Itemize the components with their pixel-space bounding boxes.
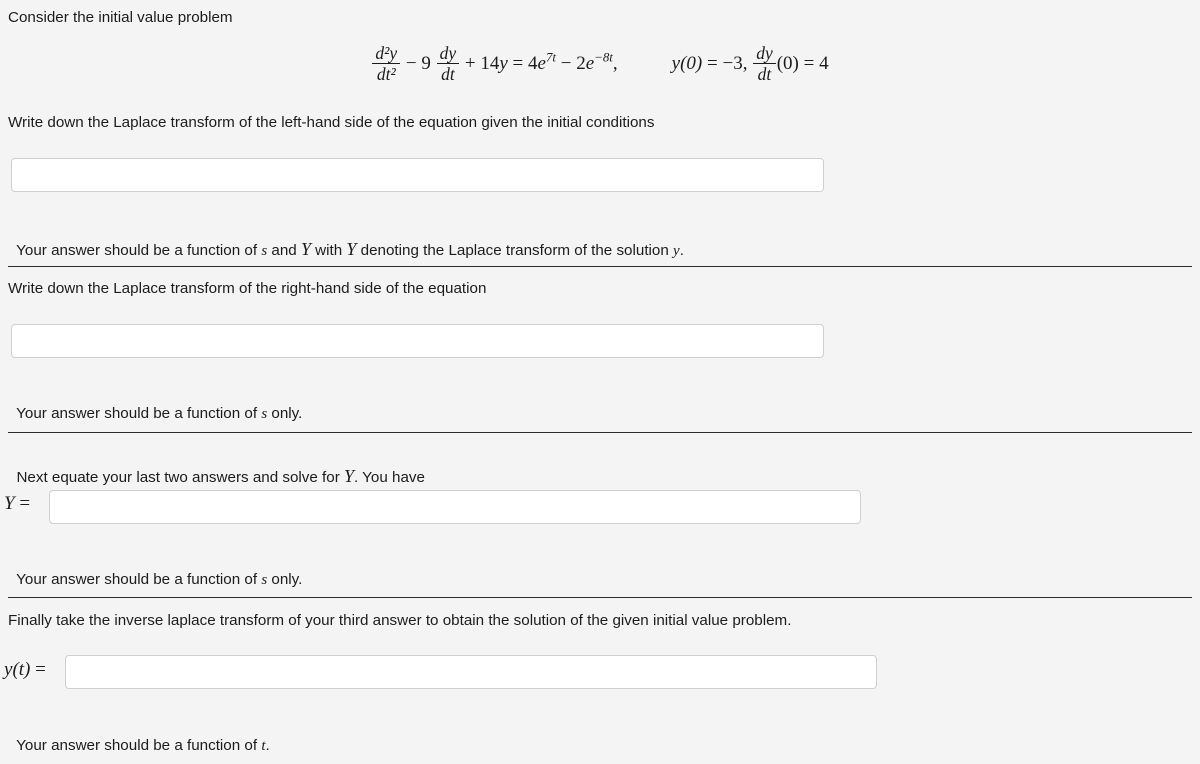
label-symbol-Y: Y	[4, 493, 15, 514]
label-equals-yt: =	[35, 659, 46, 680]
equation-lhs: d²y dt² − 9 dy dt + 14y = 4e7t − 2e−8t,	[371, 44, 622, 84]
rhs-term1-exponent: 7t	[545, 49, 556, 65]
rhs-minus-operator: −	[560, 52, 572, 74]
first-derivative-fraction: dy dt	[436, 43, 460, 84]
section-1-prompt: Write down the Laplace transform of the …	[8, 114, 655, 131]
plus-operator: +	[464, 52, 476, 74]
section-divider-2	[8, 432, 1192, 433]
section-3-prompt-prefix: Next equate your last two answers and so…	[16, 468, 344, 486]
equals-operator: =	[512, 52, 524, 74]
yt-solution-answer-input[interactable]	[65, 655, 877, 689]
hint-suffix-2: only.	[267, 404, 303, 422]
hint-suffix-1: denoting the Laplace transform of the so…	[356, 241, 674, 259]
Y-equals-label: Y =	[4, 493, 30, 515]
hint-suffix-3: only.	[267, 570, 303, 588]
intro-text: Consider the initial value problem	[8, 9, 233, 26]
section-divider-3	[8, 597, 1192, 598]
initial-conditions: y(0) = −3, dy dt (0) = 4	[671, 44, 829, 84]
first-derivative-denominator: dt	[436, 63, 460, 84]
ic2-derivative-fraction: dy dt	[753, 44, 776, 84]
hint-suffix-4: .	[265, 736, 270, 754]
first-derivative-numerator: dy	[439, 43, 457, 63]
coefficient-nine: 9	[421, 52, 431, 74]
ic1-value: −3	[722, 52, 743, 74]
ic2-value: 4	[819, 52, 829, 74]
yt-equals-label: y(t) =	[4, 659, 46, 681]
y-symbol: y	[499, 52, 508, 74]
ic2-equals: =	[803, 52, 815, 74]
laplace-rhs-answer-input[interactable]	[11, 324, 824, 358]
rhs-term2-base: e	[585, 52, 595, 74]
hint-prefix-2: Your answer should be a function of	[16, 404, 262, 422]
section-2-prompt: Write down the Laplace transform of the …	[8, 280, 487, 297]
section-4-prompt: Finally take the inverse laplace transfo…	[8, 612, 792, 629]
section-3-prompt-symbol-Y: Y	[344, 465, 355, 486]
second-derivative-fraction: d²y dt²	[372, 43, 401, 84]
hint-end-1: .	[679, 241, 684, 259]
section-3-prompt: Next equate your last two answers and so…	[8, 445, 425, 488]
ic-comma: ,	[742, 52, 748, 74]
hint-prefix-1: Your answer should be a function of	[16, 241, 262, 259]
label-equals-Y: =	[19, 493, 31, 514]
rhs-term1-coefficient: 4	[528, 52, 538, 74]
ic2-argument: (0)	[776, 52, 799, 74]
ic1-left: y(0)	[671, 52, 703, 74]
ic2-numerator: dy	[756, 43, 773, 63]
second-derivative-denominator: dt²	[372, 63, 401, 84]
ic1-equals: =	[707, 52, 718, 74]
coefficient-fourteen: 14	[480, 52, 500, 74]
laplace-lhs-answer-input[interactable]	[11, 158, 824, 192]
section-3-hint: Your answer should be a function of s on…	[8, 550, 302, 590]
hint-prefix-4: Your answer should be a function of	[16, 736, 262, 754]
section-3-prompt-suffix: . You have	[354, 468, 425, 486]
rhs-term2-exponent: −8t	[594, 49, 613, 65]
section-4-hint: Your answer should be a function of t.	[8, 716, 270, 756]
differential-equation-display: d²y dt² − 9 dy dt + 14y = 4e7t − 2e−8t, …	[0, 44, 1200, 84]
second-derivative-numerator: d²y	[375, 43, 398, 63]
hint-symbol-Y-2: Y	[346, 238, 357, 259]
label-symbol-t-arg: (t)	[12, 659, 31, 680]
ic2-denominator: dt	[753, 63, 776, 84]
equation-comma: ,	[612, 52, 618, 74]
hint-prefix-3: Your answer should be a function of	[16, 570, 262, 588]
hint-symbol-Y-1: Y	[300, 238, 311, 259]
hint-mid-1: and	[267, 241, 301, 259]
rhs-term2-coefficient: 2	[576, 52, 586, 74]
section-2-hint: Your answer should be a function of s on…	[8, 384, 302, 424]
minus-operator: −	[405, 52, 417, 74]
section-divider-1	[8, 266, 1192, 267]
hint-mid-2: with	[310, 241, 347, 259]
hint-symbol-y-1: y	[673, 242, 680, 259]
rhs-term1-base: e	[537, 52, 546, 74]
section-1-hint: Your answer should be a function of s an…	[8, 218, 684, 261]
Y-solution-answer-input[interactable]	[49, 490, 861, 524]
